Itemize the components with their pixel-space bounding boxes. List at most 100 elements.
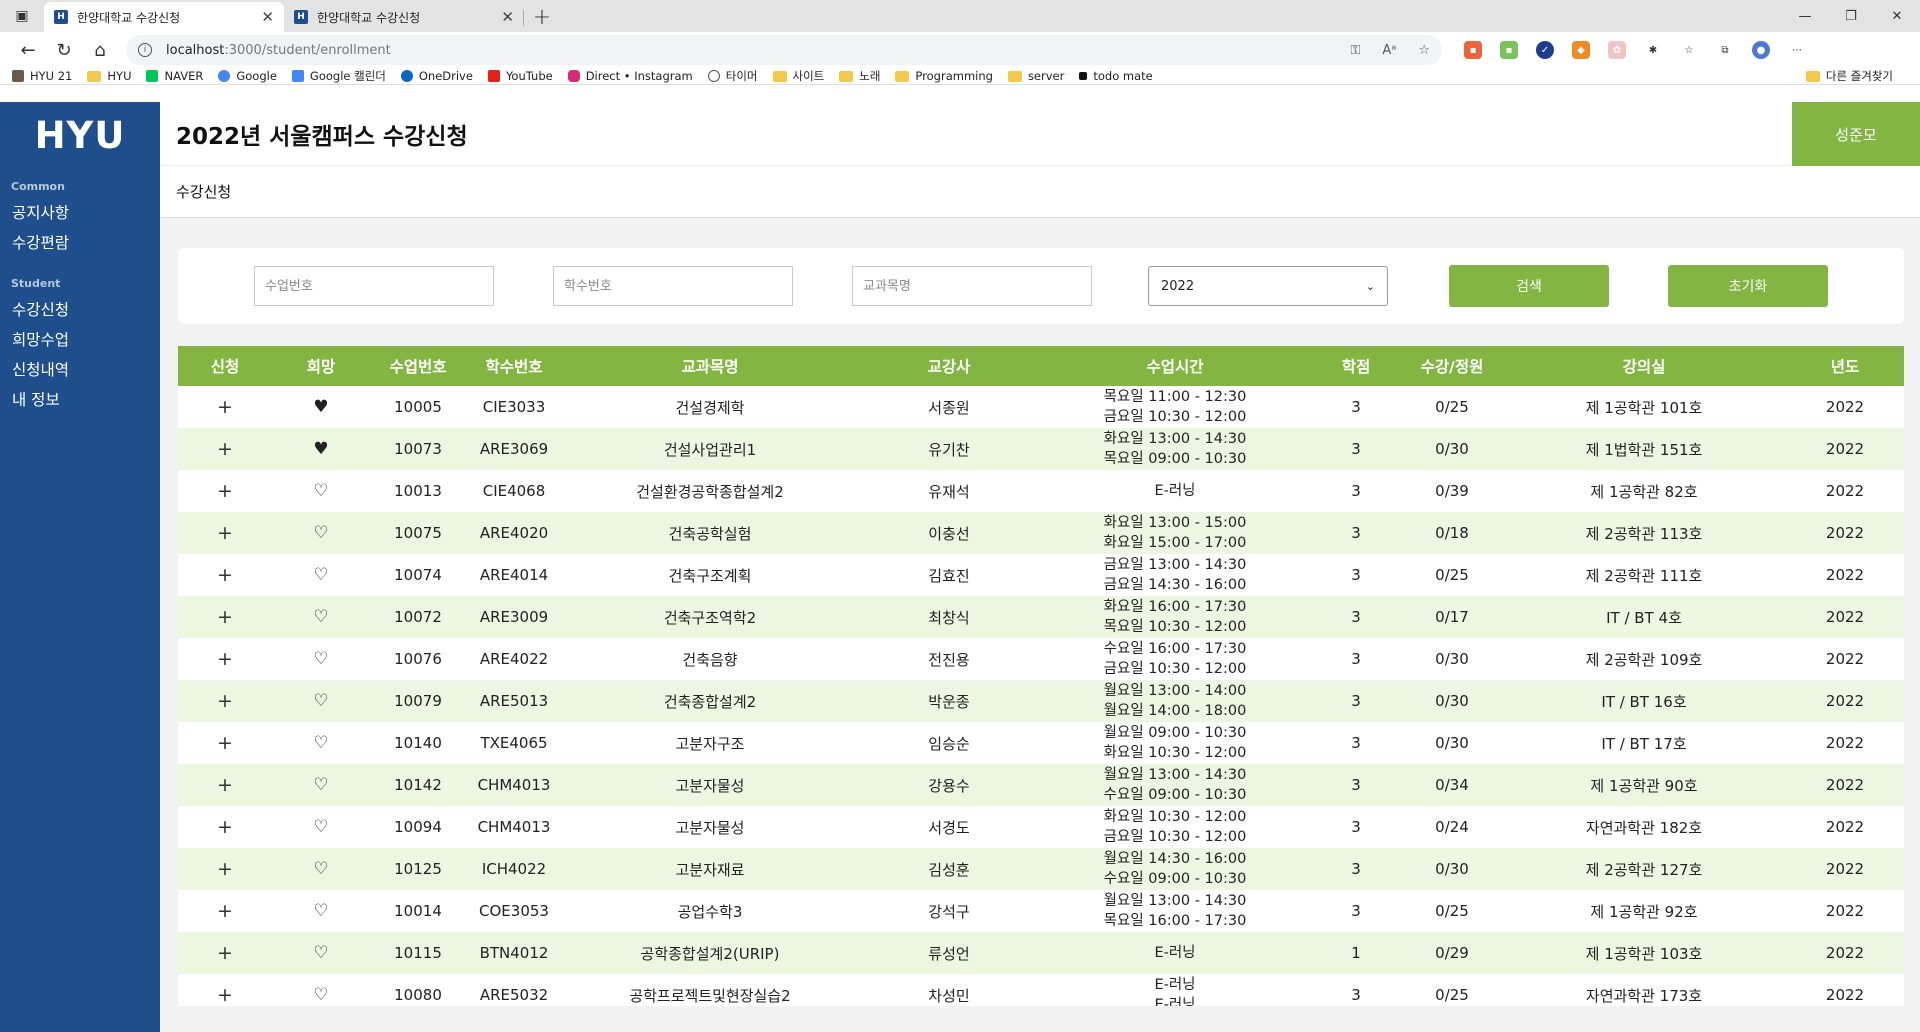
bookmark-hyu[interactable]: HYU bbox=[87, 69, 131, 83]
address-bar[interactable]: i localhost:3000/student/enrollment ⚿ Aᵃ… bbox=[126, 35, 1442, 65]
classroom-cell: IT / BT 17호 bbox=[1601, 734, 1687, 753]
tab-actions-icon[interactable]: ▣ bbox=[0, 0, 44, 32]
apply-cell: + bbox=[178, 848, 272, 890]
refresh-icon[interactable]: ↻ bbox=[46, 35, 82, 65]
bookmark-server[interactable]: server bbox=[1007, 69, 1064, 83]
extension-2-icon[interactable]: ▪ bbox=[1500, 41, 1518, 59]
site-info-icon[interactable]: i bbox=[138, 43, 152, 57]
instructor-cell: 차성민 bbox=[928, 986, 970, 1005]
sidebar-item-course-catalog[interactable]: 수강편람 bbox=[0, 227, 160, 257]
add-course-icon[interactable]: + bbox=[217, 732, 233, 754]
add-course-icon[interactable]: + bbox=[217, 480, 233, 502]
heart-outline-icon[interactable]: ♡ bbox=[313, 607, 328, 627]
metamask-icon[interactable]: ◆ bbox=[1572, 41, 1590, 59]
bookmark-google-calendar[interactable]: Google 캘린더 bbox=[291, 68, 386, 84]
add-course-icon[interactable]: + bbox=[217, 774, 233, 796]
apply-cell: + bbox=[178, 512, 272, 554]
search-button[interactable]: 검색 bbox=[1449, 265, 1609, 307]
tab-title: 한양대학교 수강신청 bbox=[317, 10, 421, 25]
favorites-icon[interactable]: ☆ bbox=[1680, 41, 1698, 59]
bookmark-google[interactable]: Google bbox=[218, 69, 277, 83]
sidebar-item-history[interactable]: 신청내역 bbox=[0, 354, 160, 384]
bookmark-onedrive[interactable]: OneDrive bbox=[400, 69, 473, 83]
extension-check-icon[interactable]: ✓ bbox=[1536, 41, 1554, 59]
course-name-input[interactable] bbox=[852, 266, 1092, 306]
omnibox-actions: ⚿ Aᵃ ☆ bbox=[1350, 43, 1430, 58]
profile-avatar-icon[interactable]: ● bbox=[1752, 41, 1770, 59]
add-course-icon[interactable]: + bbox=[217, 858, 233, 880]
course-code-input[interactable] bbox=[553, 266, 793, 306]
bookmark-programming[interactable]: Programming bbox=[895, 69, 993, 83]
add-course-icon[interactable]: + bbox=[217, 816, 233, 838]
year-select[interactable]: 2022 ⌄ bbox=[1148, 266, 1388, 306]
browser-tab-2[interactable]: H 한양대학교 수강신청 ✕ bbox=[284, 2, 524, 32]
sidebar-item-notice[interactable]: 공지사항 bbox=[0, 197, 160, 227]
bookmark-other-favorites[interactable]: 다른 즐겨찾기 bbox=[1805, 68, 1893, 84]
user-button[interactable]: 성준모 bbox=[1792, 102, 1920, 166]
heart-outline-icon[interactable]: ♡ bbox=[313, 985, 328, 1005]
minimize-icon[interactable]: — bbox=[1782, 0, 1828, 32]
extension-flower-icon[interactable]: ✿ bbox=[1608, 41, 1626, 59]
add-course-icon[interactable]: + bbox=[217, 648, 233, 670]
extension-1-icon[interactable]: ▪ bbox=[1464, 41, 1482, 59]
add-course-icon[interactable]: + bbox=[217, 942, 233, 964]
restore-icon[interactable]: ❐ bbox=[1828, 0, 1874, 32]
add-course-icon[interactable]: + bbox=[217, 900, 233, 922]
add-course-icon[interactable]: + bbox=[217, 522, 233, 544]
more-menu-icon[interactable]: ⋯ bbox=[1788, 41, 1806, 59]
home-icon[interactable]: ⌂ bbox=[82, 35, 118, 65]
bookmark-todo-mate[interactable]: todo mate bbox=[1079, 69, 1153, 83]
heart-outline-icon[interactable]: ♡ bbox=[313, 775, 328, 795]
heart-outline-icon[interactable]: ♡ bbox=[313, 649, 328, 669]
heart-outline-icon[interactable]: ♡ bbox=[313, 565, 328, 585]
bookmark-hyu21[interactable]: HYU 21 bbox=[12, 69, 72, 83]
add-course-icon[interactable]: + bbox=[217, 606, 233, 628]
sidebar-item-enrollment[interactable]: 수강신청 bbox=[0, 294, 160, 324]
bookmark-songs[interactable]: 노래 bbox=[839, 68, 880, 84]
add-course-icon[interactable]: + bbox=[217, 564, 233, 586]
close-window-icon[interactable]: ✕ bbox=[1874, 0, 1920, 32]
classroom-cell: IT / BT 4호 bbox=[1606, 608, 1682, 627]
tab-close-icon[interactable]: ✕ bbox=[261, 8, 274, 26]
back-icon[interactable]: ← bbox=[10, 35, 46, 65]
heart-outline-icon[interactable]: ♡ bbox=[313, 943, 328, 963]
bookmark-instagram[interactable]: Direct • Instagram bbox=[567, 69, 693, 83]
tab-close-icon[interactable]: ✕ bbox=[501, 8, 514, 26]
heart-outline-icon[interactable]: ♡ bbox=[313, 901, 328, 921]
add-course-icon[interactable]: + bbox=[217, 984, 233, 1006]
browser-tab-1[interactable]: H 한양대학교 수강신청 ✕ bbox=[44, 2, 284, 32]
heart-outline-icon[interactable]: ♡ bbox=[313, 733, 328, 753]
heart-outline-icon[interactable]: ♡ bbox=[313, 817, 328, 837]
hyu-logo[interactable]: HYU bbox=[0, 102, 160, 166]
reset-button[interactable]: 초기화 bbox=[1668, 265, 1828, 307]
new-tab-icon[interactable]: + bbox=[524, 2, 560, 32]
heart-outline-icon[interactable]: ♡ bbox=[313, 523, 328, 543]
bookmark-youtube[interactable]: YouTube bbox=[487, 69, 553, 83]
sidebar-item-my-info[interactable]: 내 정보 bbox=[0, 384, 160, 414]
add-course-icon[interactable]: + bbox=[217, 396, 233, 418]
extensions-icon[interactable]: ✱ bbox=[1644, 41, 1662, 59]
bookmark-naver[interactable]: NAVER bbox=[146, 69, 203, 83]
add-course-icon[interactable]: + bbox=[217, 438, 233, 460]
heart-outline-icon[interactable]: ♡ bbox=[313, 691, 328, 711]
enrollment-count-cell: 0/34 bbox=[1435, 776, 1469, 794]
key-icon[interactable]: ⚿ bbox=[1350, 43, 1360, 58]
bookmark-timer[interactable]: 타이머 bbox=[707, 68, 758, 84]
read-aloud-icon[interactable]: Aᵃ bbox=[1382, 43, 1396, 58]
wish-cell: ♥ bbox=[272, 386, 370, 428]
add-favorite-icon[interactable]: ☆ bbox=[1418, 43, 1430, 58]
bookmark-sites[interactable]: 사이트 bbox=[772, 68, 824, 84]
heart-filled-icon[interactable]: ♥ bbox=[313, 439, 328, 459]
instructor-cell: 서종원 bbox=[928, 398, 970, 417]
class-time-line: E-러닝 bbox=[1154, 977, 1196, 993]
class-time-cell: 화요일 10:30 - 12:00 금요일 10:30 - 12:00 bbox=[1040, 806, 1310, 848]
add-course-icon[interactable]: + bbox=[217, 690, 233, 712]
heart-filled-icon[interactable]: ♥ bbox=[313, 397, 328, 417]
class-number-input[interactable] bbox=[254, 266, 494, 306]
heart-outline-icon[interactable]: ♡ bbox=[313, 859, 328, 879]
collections-icon[interactable]: ⧉ bbox=[1716, 41, 1734, 59]
table-row: + ♡ 10075 ARE4020 건축공학실험 이충선 화요일 13:00 - 15:00… bbox=[178, 512, 1904, 554]
heart-outline-icon[interactable]: ♡ bbox=[313, 481, 328, 501]
sidebar-item-wishlist[interactable]: 희망수업 bbox=[0, 324, 160, 354]
course-name-cell: 건축공학실험 bbox=[668, 524, 752, 543]
